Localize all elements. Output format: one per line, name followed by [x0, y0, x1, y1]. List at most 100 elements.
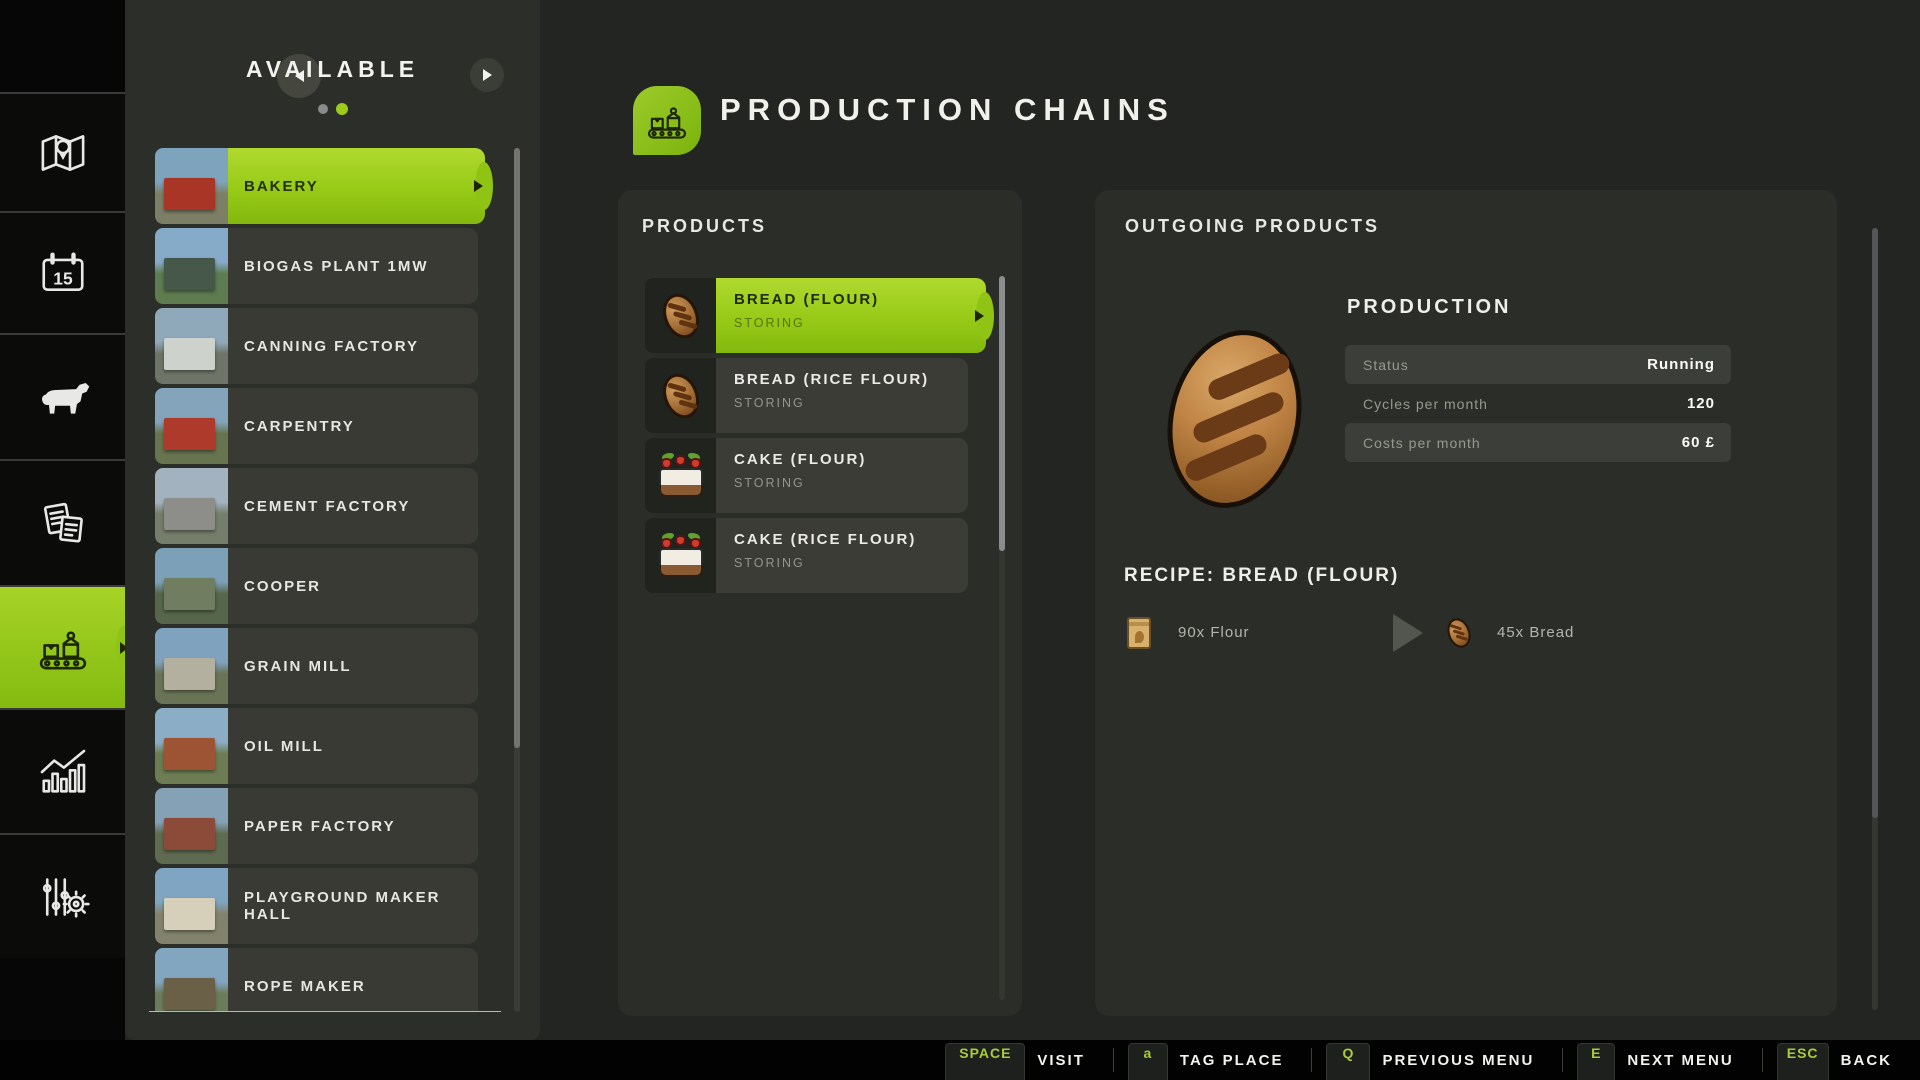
sidebar-item-animals[interactable]	[0, 333, 125, 459]
building-item-cement-factory[interactable]: CEMENT FACTORY	[155, 468, 478, 544]
building-item-biogas-plant[interactable]: BIOGAS PLANT 1MW	[155, 228, 478, 304]
production-chains-icon-badge	[633, 86, 701, 155]
building-item-canning-factory[interactable]: CANNING FACTORY	[155, 308, 478, 384]
costs-value: 60 £	[1681, 434, 1715, 451]
production-row-status: Status Running	[1345, 345, 1731, 384]
building-thumbnail	[155, 708, 228, 784]
next-page-button[interactable]	[470, 58, 504, 92]
product-name: BREAD (FLOUR)	[734, 291, 880, 308]
building-name: BIOGAS PLANT 1MW	[244, 257, 429, 275]
building-item-bakery[interactable]: BAKERY	[155, 148, 493, 224]
cow-icon	[41, 383, 89, 414]
sidebar-item-statistics[interactable]	[0, 708, 125, 833]
building-name: CEMENT FACTORY	[244, 497, 411, 515]
row-label: Status	[1363, 356, 1409, 373]
production-row-costs: Costs per month 60 £	[1345, 423, 1731, 462]
calendar-icon: 15	[41, 252, 84, 291]
divider	[1112, 1048, 1114, 1072]
page-title: PRODUCTION CHAINS	[720, 92, 1175, 127]
row-label: Cycles per month	[1363, 395, 1488, 412]
game-menu-rail: 15	[0, 0, 132, 1080]
products-scrollbar[interactable]	[999, 276, 1005, 1000]
hotkey-label: BACK	[1840, 1051, 1892, 1069]
sidebar-item-map[interactable]	[0, 92, 125, 211]
page-dot-1[interactable]	[318, 104, 328, 114]
hotkey-label: NEXT MENU	[1627, 1051, 1734, 1069]
production-chains-screen: 15 AVAILABLE BAKERY BIOGAS PLANT 1MW CAN…	[0, 0, 1920, 1080]
hotkey-label: PREVIOUS MENU	[1382, 1051, 1535, 1069]
chevron-right-icon	[482, 69, 492, 81]
contracts-icon	[43, 502, 83, 543]
building-thumbnail	[155, 788, 228, 864]
sidebar-item-calendar[interactable]: 15	[0, 211, 125, 333]
building-item-rope-maker[interactable]: ROPE MAKER	[155, 948, 478, 1012]
building-item-paper-factory[interactable]: PAPER FACTORY	[155, 788, 478, 864]
selected-arrow-icon	[474, 180, 483, 192]
divider	[1311, 1048, 1313, 1072]
building-item-oil-mill[interactable]: OIL MILL	[155, 708, 478, 784]
building-name: COOPER	[244, 577, 322, 595]
building-thumbnail	[155, 148, 228, 224]
scrollbar-thumb[interactable]	[514, 148, 520, 748]
building-item-carpentry[interactable]: CARPENTRY	[155, 388, 478, 464]
q-key: Q	[1326, 1043, 1371, 1080]
recipe-arrow-icon	[1393, 614, 1423, 652]
scrollbar-thumb[interactable]	[999, 276, 1005, 551]
sidebar-item-finances[interactable]	[0, 833, 125, 958]
e-key: E	[1577, 1043, 1616, 1080]
recipe-output-qty: 45x Bread	[1497, 624, 1575, 641]
hotkey-previous-menu[interactable]: Q PREVIOUS MENU	[1326, 1040, 1548, 1080]
sidebar-item-contracts[interactable]	[0, 459, 125, 585]
product-item-cake-flour[interactable]: CAKE (FLOUR) STORING	[645, 438, 968, 513]
recipe-heading: RECIPE: BREAD (FLOUR)	[1124, 565, 1400, 586]
hotkey-tag-place[interactable]: a TAG PLACE	[1127, 1040, 1298, 1080]
building-item-grain-mill[interactable]: GRAIN MILL	[155, 628, 478, 704]
hotkey-back[interactable]: ESC BACK	[1776, 1040, 1906, 1080]
product-status: STORING	[734, 556, 805, 570]
product-name: CAKE (FLOUR)	[734, 451, 867, 468]
esc-key: ESC	[1776, 1043, 1829, 1080]
building-list: BAKERY BIOGAS PLANT 1MW CANNING FACTORY …	[155, 140, 501, 1012]
flour-bag-icon	[1127, 617, 1151, 649]
building-name: OIL MILL	[244, 737, 324, 755]
page-dot-2-active[interactable]	[336, 103, 348, 115]
building-thumbnail	[155, 388, 228, 464]
finances-icon	[42, 877, 90, 918]
building-list-scrollbar[interactable]	[514, 148, 520, 1012]
production-icon	[647, 106, 687, 139]
building-name: CANNING FACTORY	[244, 337, 420, 355]
cake-icon	[645, 438, 716, 513]
building-item-playground-maker-hall[interactable]: PLAYGROUND MAKER HALL	[155, 868, 478, 944]
divider	[1761, 1048, 1763, 1072]
building-thumbnail	[155, 228, 228, 304]
page-scrollbar[interactable]	[1872, 228, 1878, 1010]
product-name: BREAD (RICE FLOUR)	[734, 371, 930, 388]
building-name: BAKERY	[244, 177, 319, 195]
product-status: STORING	[734, 476, 805, 490]
hotkey-label: VISIT	[1037, 1051, 1085, 1069]
building-thumbnail	[155, 308, 228, 384]
scrollbar-thumb[interactable]	[1872, 228, 1878, 818]
building-name: ROPE MAKER	[244, 977, 366, 995]
product-item-bread-flour[interactable]: BREAD (FLOUR) STORING	[645, 278, 994, 353]
bread-icon	[645, 278, 716, 353]
products-heading: PRODUCTS	[642, 216, 768, 236]
statistics-icon	[40, 749, 85, 793]
sidebar-item-production[interactable]	[0, 585, 132, 708]
product-item-bread-rice-flour[interactable]: BREAD (RICE FLOUR) STORING	[645, 358, 968, 433]
product-status: STORING	[734, 316, 805, 330]
calendar-day: 15	[53, 268, 73, 288]
production-row-cycles: Cycles per month 120	[1345, 384, 1731, 423]
production-icon	[39, 630, 86, 669]
hotkey-visit[interactable]: SPACE VISIT	[945, 1040, 1099, 1080]
hotkey-next-menu[interactable]: E NEXT MENU	[1577, 1040, 1747, 1080]
cycles-value: 120	[1686, 395, 1715, 412]
building-name: CARPENTRY	[244, 417, 355, 435]
building-thumbnail	[155, 628, 228, 704]
building-item-cooper[interactable]: COOPER	[155, 548, 478, 624]
product-name: CAKE (RICE FLOUR)	[734, 531, 917, 548]
cake-icon	[645, 518, 716, 593]
building-thumbnail	[155, 468, 228, 544]
product-item-cake-rice-flour[interactable]: CAKE (RICE FLOUR) STORING	[645, 518, 968, 593]
bread-icon	[645, 358, 716, 433]
